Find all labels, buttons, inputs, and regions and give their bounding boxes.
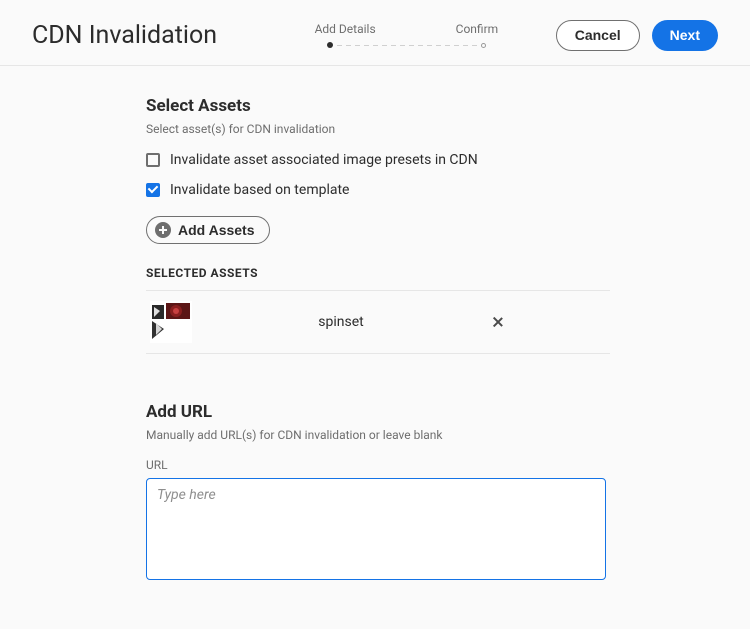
checkbox-row-template: Invalidate based on template <box>146 182 610 198</box>
step-confirm[interactable]: Confirm <box>456 22 499 36</box>
add-assets-label: Add Assets <box>178 222 255 238</box>
asset-thumbnail <box>150 301 192 343</box>
page-title: CDN Invalidation <box>32 21 217 50</box>
checkbox-template-label: Invalidate based on template <box>170 182 349 198</box>
remove-asset-icon[interactable] <box>490 314 506 330</box>
selected-assets-list: spinset <box>146 290 610 354</box>
select-assets-section: Select Assets Select asset(s) for CDN in… <box>146 96 610 354</box>
add-url-title: Add URL <box>146 402 610 422</box>
add-url-desc: Manually add URL(s) for CDN invalidation… <box>146 428 610 442</box>
asset-name: spinset <box>204 314 478 330</box>
stepper-dots <box>327 42 486 48</box>
add-url-section: Add URL Manually add URL(s) for CDN inva… <box>146 402 610 584</box>
select-assets-title: Select Assets <box>146 96 610 116</box>
asset-row: spinset <box>146 291 610 353</box>
url-label: URL <box>146 458 610 472</box>
content: Select Assets Select asset(s) for CDN in… <box>0 66 610 584</box>
step-add-details[interactable]: Add Details <box>315 22 376 36</box>
checkbox-image-presets-label: Invalidate asset associated image preset… <box>170 152 478 168</box>
stepper-dot-active <box>327 42 333 48</box>
add-assets-button[interactable]: Add Assets <box>146 216 270 244</box>
checkbox-row-image-presets: Invalidate asset associated image preset… <box>146 152 610 168</box>
cancel-button[interactable]: Cancel <box>556 20 640 51</box>
selected-assets-title: SELECTED ASSETS <box>146 266 610 280</box>
stepper: Add Details Confirm <box>257 22 556 48</box>
next-button[interactable]: Next <box>652 20 718 51</box>
stepper-dot-end <box>481 43 486 48</box>
plus-icon <box>155 222 171 238</box>
header-buttons: Cancel Next <box>556 20 718 51</box>
url-textarea[interactable] <box>146 478 606 580</box>
checkbox-template[interactable] <box>146 183 160 197</box>
checkbox-image-presets[interactable] <box>146 153 160 167</box>
select-assets-desc: Select asset(s) for CDN invalidation <box>146 122 610 136</box>
header: CDN Invalidation Add Details Confirm <box>0 0 750 66</box>
